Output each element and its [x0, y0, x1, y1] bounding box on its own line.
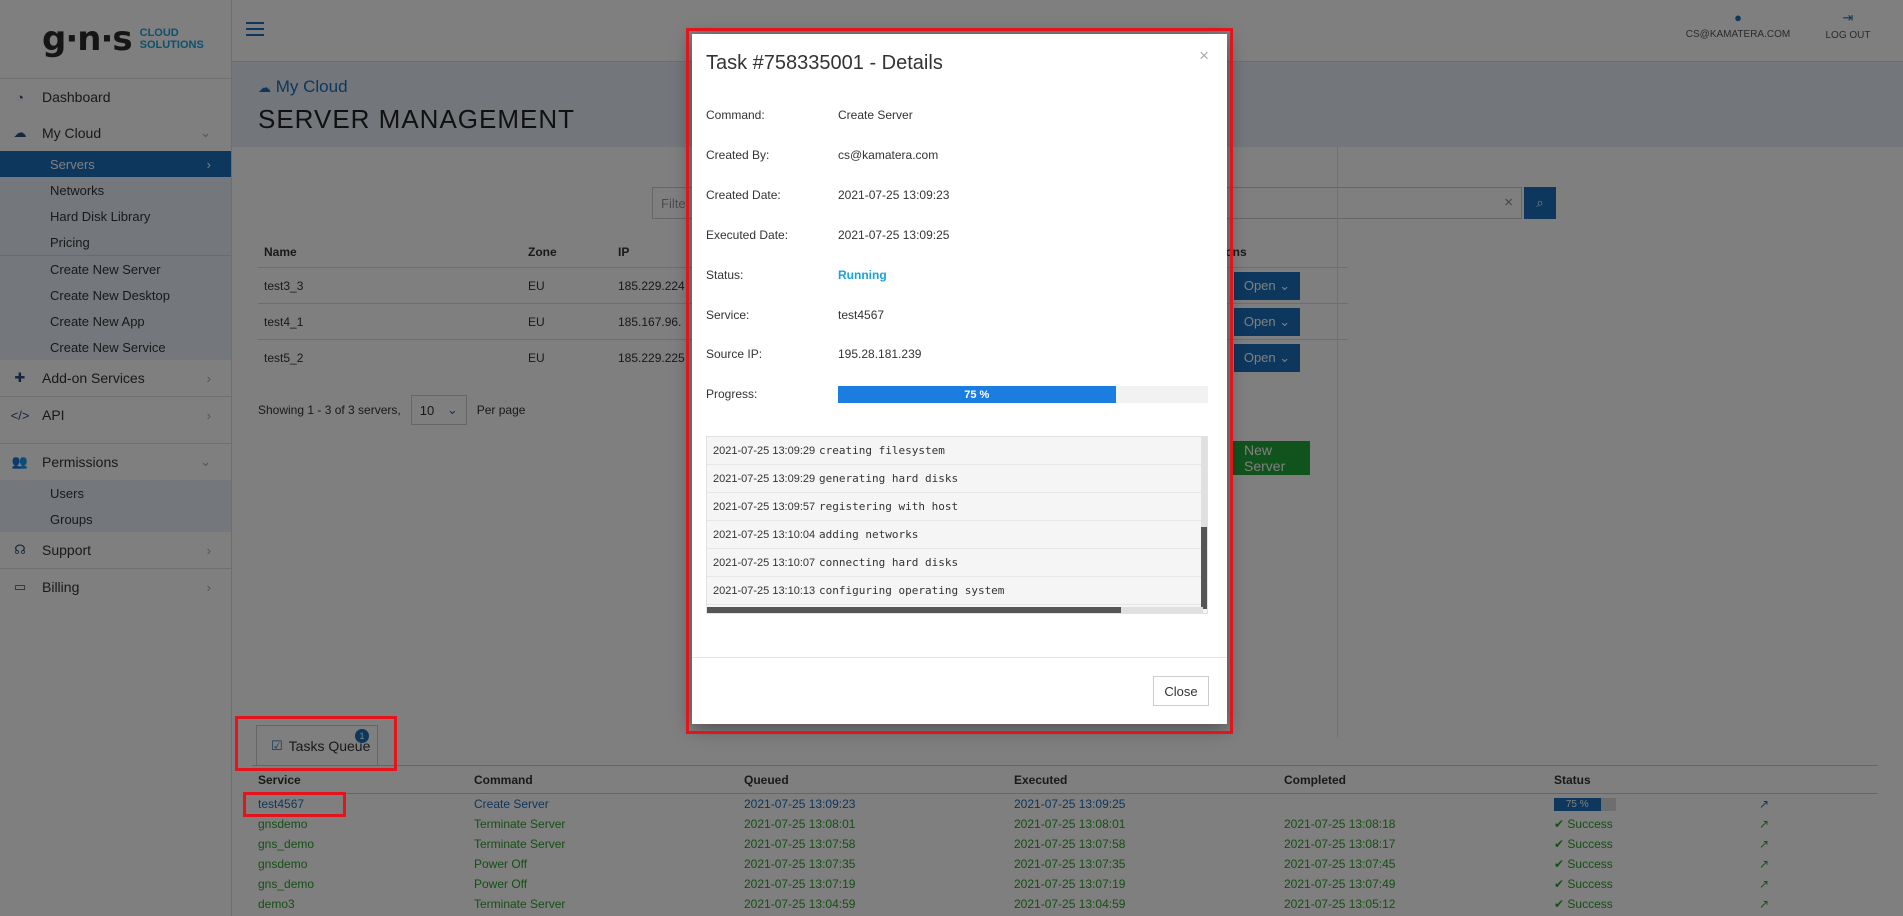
highlight-box-tasks-queue: [235, 716, 397, 771]
highlight-box-task-service: [243, 792, 346, 817]
highlight-box-modal: [686, 28, 1233, 734]
